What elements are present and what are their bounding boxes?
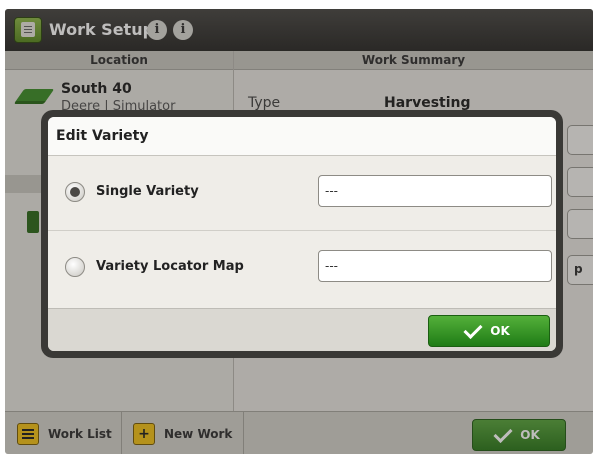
dialog-footer: OK: [48, 308, 556, 351]
checkmark-icon: [463, 319, 483, 339]
dialog-ok-label: OK: [490, 324, 510, 338]
single-variety-radio[interactable]: [65, 182, 85, 202]
dialog-title: Edit Variety: [56, 128, 149, 144]
dialog-title-bar: Edit Variety: [48, 117, 556, 156]
dialog-ok-button[interactable]: OK: [428, 315, 550, 347]
edit-variety-dialog: Edit Variety Single Variety --- Variety …: [41, 110, 563, 358]
variety-locator-map-row: Variety Locator Map ---: [48, 231, 556, 305]
variety-locator-map-field[interactable]: ---: [318, 250, 552, 282]
dialog-body: Edit Variety Single Variety --- Variety …: [48, 117, 556, 351]
single-variety-row: Single Variety ---: [48, 156, 556, 231]
work-setup-screen: Work Setup i i Location South 40 Deere |…: [5, 9, 593, 454]
variety-locator-map-label[interactable]: Variety Locator Map: [96, 259, 244, 274]
variety-locator-map-radio[interactable]: [65, 257, 85, 277]
single-variety-label[interactable]: Single Variety: [96, 184, 199, 199]
single-variety-field[interactable]: ---: [318, 175, 552, 207]
